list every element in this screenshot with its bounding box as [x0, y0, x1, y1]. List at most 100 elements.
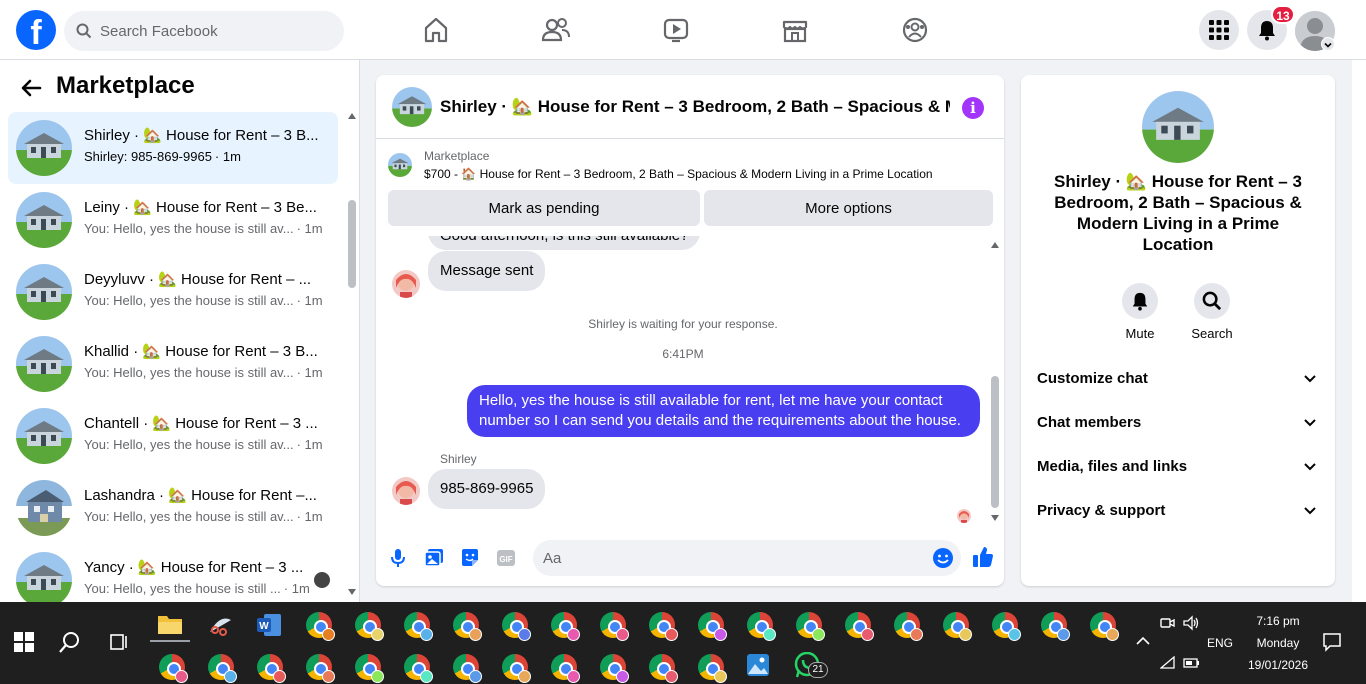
chat-avatar[interactable]: [392, 87, 432, 127]
snipping-tool-icon[interactable]: [207, 612, 233, 638]
chrome-icon[interactable]: [355, 612, 384, 641]
chrome-icon[interactable]: [159, 654, 188, 683]
chrome-icon[interactable]: [306, 654, 335, 683]
conversation-name: Khallid · 🏡 House for Rent – 3 B...: [84, 343, 318, 360]
chrome-icon[interactable]: [649, 654, 678, 683]
chrome-icon[interactable]: [551, 654, 580, 683]
conversation-name: Deyyluvv · 🏡 House for Rent – ...: [84, 271, 312, 288]
show-hidden-icons-chevron[interactable]: [1136, 636, 1150, 646]
conversation-item[interactable]: Leiny · 🏡 House for Rent – 3 Be... You: …: [8, 184, 338, 256]
emoji-icon[interactable]: [932, 547, 954, 569]
friends-icon[interactable]: [540, 14, 572, 46]
home-icon[interactable]: [420, 14, 452, 46]
mute-button[interactable]: Mute: [1108, 283, 1172, 341]
chrome-icon[interactable]: [747, 612, 776, 641]
mark-as-pending-button[interactable]: Mark as pending: [388, 190, 700, 226]
gif-icon[interactable]: GIF: [496, 548, 516, 568]
scroll-up-arrow-icon[interactable]: [990, 241, 1000, 249]
facebook-logo-icon[interactable]: f: [16, 10, 56, 50]
chrome-icon[interactable]: [404, 654, 433, 683]
back-arrow-icon[interactable]: [20, 78, 44, 98]
chrome-icon[interactable]: [796, 612, 825, 641]
groups-icon[interactable]: [899, 14, 931, 46]
chrome-icon[interactable]: [502, 654, 531, 683]
chrome-icon[interactable]: [257, 654, 286, 683]
search-box[interactable]: [64, 11, 344, 51]
clock-day[interactable]: Monday: [1238, 636, 1318, 650]
conversation-item[interactable]: Lashandra · 🏡 House for Rent –... You: H…: [8, 472, 338, 544]
chrome-icon[interactable]: [943, 612, 972, 641]
chrome-icon[interactable]: [208, 654, 237, 683]
conversation-item[interactable]: Deyyluvv · 🏡 House for Rent – ... You: H…: [8, 256, 338, 328]
battery-icon[interactable]: [1182, 656, 1200, 670]
chrome-icon[interactable]: [698, 612, 727, 641]
account-menu-caret[interactable]: [1321, 37, 1335, 51]
chrome-icon[interactable]: [600, 654, 629, 683]
chrome-icon[interactable]: [894, 612, 923, 641]
meet-now-icon[interactable]: [1159, 615, 1175, 631]
conversation-item[interactable]: Khallid · 🏡 House for Rent – 3 B... You:…: [8, 328, 338, 400]
microphone-icon[interactable]: [390, 548, 406, 568]
conversation-preview: You: Hello, yes the house is still av...…: [84, 437, 323, 452]
video-icon[interactable]: [660, 14, 692, 46]
chrome-icon[interactable]: [355, 654, 384, 683]
taskbar-search-icon[interactable]: [58, 630, 82, 654]
sidebar-scrollbar[interactable]: [348, 200, 356, 288]
chrome-icon[interactable]: [453, 654, 482, 683]
search-input[interactable]: [100, 11, 330, 51]
file-explorer-icon[interactable]: [157, 612, 183, 636]
chrome-icon[interactable]: [404, 612, 433, 641]
chrome-icon[interactable]: [502, 612, 531, 641]
conversation-preview: You: Hello, yes the house is still av...…: [84, 293, 323, 308]
more-options-button[interactable]: More options: [704, 190, 993, 226]
info-icon[interactable]: i: [962, 97, 984, 119]
listing-thumbnail: [16, 480, 72, 536]
chat-title[interactable]: Shirley · 🏡 House for Rent – 3 Bedroom, …: [440, 97, 950, 117]
search-icon: [1202, 291, 1222, 311]
language-indicator[interactable]: ENG: [1206, 636, 1234, 650]
like-thumbs-up-icon[interactable]: [972, 545, 994, 569]
chrome-icon[interactable]: [453, 612, 482, 641]
word-icon[interactable]: W: [256, 612, 282, 638]
conversation-item[interactable]: Chantell · 🏡 House for Rent – 3 ... You:…: [8, 400, 338, 472]
mute-label: Mute: [1125, 326, 1155, 341]
sticker-icon[interactable]: [460, 548, 480, 568]
chat-members-row[interactable]: Chat members: [1037, 407, 1321, 439]
marketplace-icon[interactable]: [779, 14, 811, 46]
message-scrollbar[interactable]: [991, 376, 999, 508]
message-input[interactable]: [533, 540, 961, 576]
chrome-icon[interactable]: [845, 612, 874, 641]
chrome-icon[interactable]: [551, 612, 580, 641]
chrome-icon[interactable]: [1090, 612, 1119, 641]
privacy-support-row[interactable]: Privacy & support: [1037, 495, 1321, 527]
photo-icon[interactable]: [424, 548, 444, 568]
wifi-icon[interactable]: [1160, 656, 1176, 670]
chrome-icon[interactable]: [992, 612, 1021, 641]
windows-start-icon[interactable]: [14, 632, 34, 652]
conversation-title: Shirley · 🏡 House for Rent – 3 Bedroom, …: [1054, 172, 1302, 254]
listing-thumbnail[interactable]: [388, 153, 412, 177]
scroll-up-arrow-icon[interactable]: [347, 112, 357, 120]
task-view-icon[interactable]: [108, 632, 128, 652]
media-files-links-row[interactable]: Media, files and links: [1037, 451, 1321, 483]
photos-icon[interactable]: [746, 653, 770, 677]
listing-detail[interactable]: $700 - 🏠 House for Rent – 3 Bedroom, 2 B…: [424, 167, 933, 181]
listing-thumbnail: [16, 192, 72, 248]
customize-chat-row[interactable]: Customize chat: [1037, 363, 1321, 395]
page-scrollbar[interactable]: [1352, 60, 1366, 602]
volume-icon[interactable]: [1182, 615, 1200, 631]
conversation-item[interactable]: Shirley · 🏡 House for Rent – 3 B... Shir…: [8, 112, 338, 184]
listing-thumbnail: [16, 552, 72, 608]
chrome-icon[interactable]: [306, 612, 335, 641]
chrome-icon[interactable]: [600, 612, 629, 641]
search-in-conversation-button[interactable]: Search: [1180, 283, 1244, 341]
chrome-icon[interactable]: [698, 654, 727, 683]
chrome-icon[interactable]: [649, 612, 678, 641]
clock-time[interactable]: 7:16 pm: [1238, 614, 1318, 628]
scroll-down-arrow-icon[interactable]: [347, 588, 357, 596]
chrome-icon[interactable]: [1041, 612, 1070, 641]
notification-center-icon[interactable]: [1322, 632, 1342, 652]
menu-button[interactable]: [1199, 10, 1239, 50]
clock-date[interactable]: 19/01/2026: [1238, 658, 1318, 672]
scroll-down-arrow-icon[interactable]: [990, 514, 1000, 522]
